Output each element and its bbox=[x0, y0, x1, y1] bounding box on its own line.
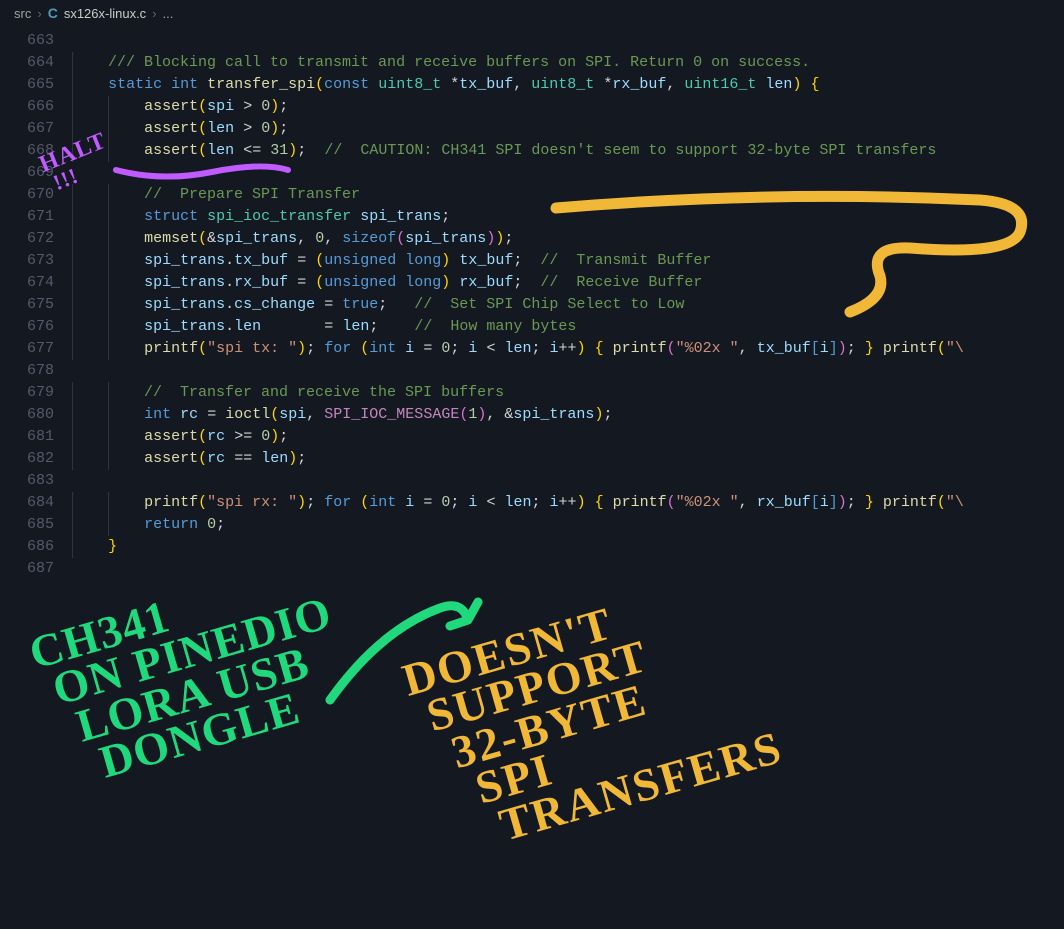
code-content[interactable]: return 0; bbox=[72, 514, 1064, 536]
c-file-icon: C bbox=[48, 5, 58, 21]
line-number: 672 bbox=[0, 228, 72, 250]
line-number: 669 bbox=[0, 162, 72, 184]
code-line[interactable]: 687 bbox=[0, 558, 1064, 580]
code-line[interactable]: 673 spi_trans.tx_buf = (unsigned long) t… bbox=[0, 250, 1064, 272]
code-line[interactable]: 674 spi_trans.rx_buf = (unsigned long) r… bbox=[0, 272, 1064, 294]
code-line[interactable]: 686 } bbox=[0, 536, 1064, 558]
code-line[interactable]: 666 assert(spi > 0); bbox=[0, 96, 1064, 118]
code-line[interactable]: 684 printf("spi rx: "); for (int i = 0; … bbox=[0, 492, 1064, 514]
code-content[interactable]: assert(spi > 0); bbox=[72, 96, 1064, 118]
code-content[interactable]: // Transfer and receive the SPI buffers bbox=[72, 382, 1064, 404]
code-line[interactable]: 672 memset(&spi_trans, 0, sizeof(spi_tra… bbox=[0, 228, 1064, 250]
breadcrumb[interactable]: src › C sx126x-linux.c › ... bbox=[0, 0, 1064, 26]
code-line[interactable]: 677 printf("spi tx: "); for (int i = 0; … bbox=[0, 338, 1064, 360]
line-number: 668 bbox=[0, 140, 72, 162]
code-content[interactable]: spi_trans.tx_buf = (unsigned long) tx_bu… bbox=[72, 250, 1064, 272]
breadcrumb-more[interactable]: ... bbox=[163, 6, 174, 21]
line-number: 679 bbox=[0, 382, 72, 404]
code-line[interactable]: 675 spi_trans.cs_change = true; // Set S… bbox=[0, 294, 1064, 316]
line-number: 675 bbox=[0, 294, 72, 316]
code-content[interactable]: assert(len > 0); bbox=[72, 118, 1064, 140]
code-line[interactable]: 669 bbox=[0, 162, 1064, 184]
code-line[interactable]: 680 int rc = ioctl(spi, SPI_IOC_MESSAGE(… bbox=[0, 404, 1064, 426]
code-content[interactable]: spi_trans.len = len; // How many bytes bbox=[72, 316, 1064, 338]
line-number: 670 bbox=[0, 184, 72, 206]
code-content[interactable]: printf("spi tx: "); for (int i = 0; i < … bbox=[72, 338, 1064, 360]
line-number: 685 bbox=[0, 514, 72, 536]
line-number: 687 bbox=[0, 558, 72, 580]
breadcrumb-root[interactable]: src bbox=[14, 6, 31, 21]
code-content[interactable]: assert(len <= 31); // CAUTION: CH341 SPI… bbox=[72, 140, 1064, 162]
code-content[interactable]: spi_trans.cs_change = true; // Set SPI C… bbox=[72, 294, 1064, 316]
code-content[interactable] bbox=[72, 162, 1064, 184]
code-content[interactable]: /// Blocking call to transmit and receiv… bbox=[72, 52, 1064, 74]
line-number: 681 bbox=[0, 426, 72, 448]
code-line[interactable]: 679 // Transfer and receive the SPI buff… bbox=[0, 382, 1064, 404]
code-line[interactable]: 676 spi_trans.len = len; // How many byt… bbox=[0, 316, 1064, 338]
code-line[interactable]: 681 assert(rc >= 0); bbox=[0, 426, 1064, 448]
code-content[interactable]: static int transfer_spi(const uint8_t *t… bbox=[72, 74, 1064, 96]
line-number: 683 bbox=[0, 470, 72, 492]
code-line[interactable]: 683 bbox=[0, 470, 1064, 492]
line-number: 673 bbox=[0, 250, 72, 272]
code-content[interactable] bbox=[72, 30, 1064, 52]
code-line[interactable]: 678 bbox=[0, 360, 1064, 382]
code-content[interactable]: // Prepare SPI Transfer bbox=[72, 184, 1064, 206]
code-content[interactable]: printf("spi rx: "); for (int i = 0; i < … bbox=[72, 492, 1064, 514]
line-number: 680 bbox=[0, 404, 72, 426]
code-content[interactable]: } bbox=[72, 536, 1064, 558]
code-content[interactable] bbox=[72, 558, 1064, 580]
chevron-right-icon: › bbox=[37, 6, 41, 21]
chevron-right-icon: › bbox=[152, 6, 156, 21]
code-line[interactable]: 670 // Prepare SPI Transfer bbox=[0, 184, 1064, 206]
code-line[interactable]: 663 bbox=[0, 30, 1064, 52]
line-number: 676 bbox=[0, 316, 72, 338]
code-content[interactable]: spi_trans.rx_buf = (unsigned long) rx_bu… bbox=[72, 272, 1064, 294]
code-content[interactable]: assert(rc >= 0); bbox=[72, 426, 1064, 448]
line-number: 667 bbox=[0, 118, 72, 140]
line-number: 678 bbox=[0, 360, 72, 382]
code-content[interactable] bbox=[72, 360, 1064, 382]
code-line[interactable]: 671 struct spi_ioc_transfer spi_trans; bbox=[0, 206, 1064, 228]
line-number: 664 bbox=[0, 52, 72, 74]
code-line[interactable]: 664 /// Blocking call to transmit and re… bbox=[0, 52, 1064, 74]
code-line[interactable]: 665 static int transfer_spi(const uint8_… bbox=[0, 74, 1064, 96]
code-content[interactable]: struct spi_ioc_transfer spi_trans; bbox=[72, 206, 1064, 228]
line-number: 674 bbox=[0, 272, 72, 294]
line-number: 666 bbox=[0, 96, 72, 118]
code-content[interactable]: assert(rc == len); bbox=[72, 448, 1064, 470]
code-line[interactable]: 682 assert(rc == len); bbox=[0, 448, 1064, 470]
code-editor[interactable]: 663664 /// Blocking call to transmit and… bbox=[0, 26, 1064, 580]
code-content[interactable] bbox=[72, 470, 1064, 492]
line-number: 663 bbox=[0, 30, 72, 52]
code-line[interactable]: 667 assert(len > 0); bbox=[0, 118, 1064, 140]
line-number: 686 bbox=[0, 536, 72, 558]
line-number: 677 bbox=[0, 338, 72, 360]
annotation-green-text: CH341 ON PINEDIO LORA USB DONGLE bbox=[25, 552, 359, 794]
code-line[interactable]: 668 assert(len <= 31); // CAUTION: CH341… bbox=[0, 140, 1064, 162]
line-number: 682 bbox=[0, 448, 72, 470]
code-line[interactable]: 685 return 0; bbox=[0, 514, 1064, 536]
code-content[interactable]: memset(&spi_trans, 0, sizeof(spi_trans))… bbox=[72, 228, 1064, 250]
line-number: 665 bbox=[0, 74, 72, 96]
code-content[interactable]: int rc = ioctl(spi, SPI_IOC_MESSAGE(1), … bbox=[72, 404, 1064, 426]
line-number: 671 bbox=[0, 206, 72, 228]
breadcrumb-file[interactable]: sx126x-linux.c bbox=[64, 6, 146, 21]
line-number: 684 bbox=[0, 492, 72, 514]
